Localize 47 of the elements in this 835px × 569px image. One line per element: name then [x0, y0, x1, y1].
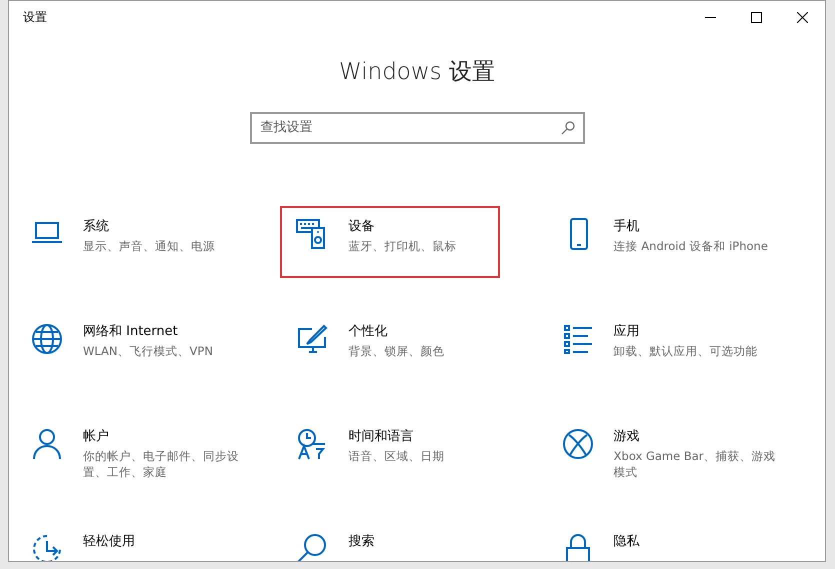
close-icon [796, 12, 808, 22]
category-title: 游戏 [614, 428, 641, 446]
category-title: 时间和语言 [348, 428, 414, 446]
category-title: 网络和 Internet [83, 322, 179, 340]
category-title: 手机 [614, 218, 641, 236]
category-title: 帐户 [83, 428, 110, 446]
minimize-icon [704, 16, 716, 18]
category-description: 卸载、默认应用、可选功能 [614, 342, 759, 358]
settings-category[interactable]: 时间和语言 语音、区域、日期 [294, 416, 514, 488]
settings-category[interactable]: 应用 卸载、默认应用、可选功能 [560, 310, 780, 382]
settings-category[interactable]: 个性化 背景、锁屏、颜色 [294, 310, 514, 382]
settings-category[interactable]: 搜索 [294, 520, 514, 561]
category-description: 蓝牙、打印机、鼠标 [348, 238, 458, 254]
search-field[interactable]: 查找设置 [250, 112, 584, 144]
category-description: 语音、区域、日期 [348, 448, 446, 464]
settings-category[interactable]: 设备 蓝牙、打印机、鼠标 [280, 206, 500, 278]
settings-category[interactable]: 手机 连接 Android 设备和 iPhone [560, 206, 780, 278]
category-description: Xbox Game Bar、捕获、游戏模式 [614, 448, 777, 480]
settings-category[interactable]: 轻松使用 [29, 520, 249, 561]
category-description: 背景、锁屏、颜色 [348, 342, 446, 358]
category-title: 隐私 [614, 532, 641, 550]
settings-category[interactable]: 游戏 Xbox Game Bar、捕获、游戏模式 [560, 416, 780, 488]
category-description: 你的帐户、电子邮件、同步设置、工作、家庭 [83, 448, 240, 480]
search-icon [296, 532, 328, 561]
category-title: 设备 [348, 218, 376, 236]
page-heading: Windows 设置 [339, 58, 495, 87]
category-title: 系统 [83, 218, 110, 236]
settings-category[interactable]: 系统 显示、声音、通知、电源 [29, 206, 249, 278]
category-title: 轻松使用 [83, 532, 136, 550]
category-description: 连接 Android 设备和 iPhone [614, 238, 769, 254]
category-description: WLAN、飞行模式、VPN [83, 342, 214, 358]
search-icon [560, 120, 574, 134]
category-description: 显示、声音、通知、电源 [83, 238, 216, 254]
category-title: 应用 [614, 322, 641, 340]
window-title: 设置 [23, 9, 47, 26]
person-icon [31, 428, 63, 460]
settings-category[interactable]: 帐户 你的帐户、电子邮件、同步设置、工作、家庭 [29, 416, 249, 488]
category-title: 搜索 [348, 532, 376, 550]
globe-icon [31, 322, 63, 354]
settings-category[interactable]: 隐私 [560, 520, 780, 561]
category-title: 个性化 [348, 322, 388, 340]
monitor-brush-icon [296, 322, 328, 354]
maximize-icon [750, 12, 762, 22]
settings-category[interactable]: 网络和 Internet WLAN、飞行模式、VPN [29, 310, 249, 382]
xbox-icon [562, 428, 594, 460]
list-icon [562, 322, 594, 354]
dashed-clock-icon [31, 532, 63, 561]
